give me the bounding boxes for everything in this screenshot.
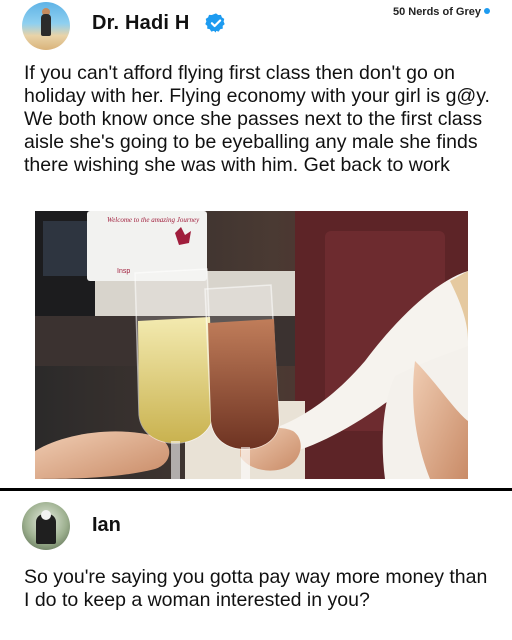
post-text: If you can't afford flying first class t… xyxy=(24,62,490,176)
post-photo[interactable]: Welcome to the amazing Journey Insp xyxy=(35,211,468,479)
watermark-dot-icon xyxy=(484,8,490,14)
photo-illustration: Welcome to the amazing Journey Insp xyxy=(35,211,468,479)
kit-subtext: Insp xyxy=(117,268,130,275)
watermark: 50 Nerds of Grey xyxy=(393,6,490,18)
reply-author-avatar[interactable] xyxy=(22,502,70,550)
verified-badge-icon xyxy=(205,13,225,33)
post-divider xyxy=(0,488,512,491)
author-name[interactable]: Dr. Hadi H xyxy=(92,12,190,35)
kit-text: Welcome to the amazing Journey xyxy=(107,216,200,224)
author-avatar[interactable] xyxy=(22,2,70,50)
reply-author-name[interactable]: Ian xyxy=(92,514,121,537)
original-post: Dr. Hadi H 50 Nerds of Grey If you can't… xyxy=(0,0,512,486)
reply-text: So you're saying you gotta pay way more … xyxy=(24,566,488,611)
